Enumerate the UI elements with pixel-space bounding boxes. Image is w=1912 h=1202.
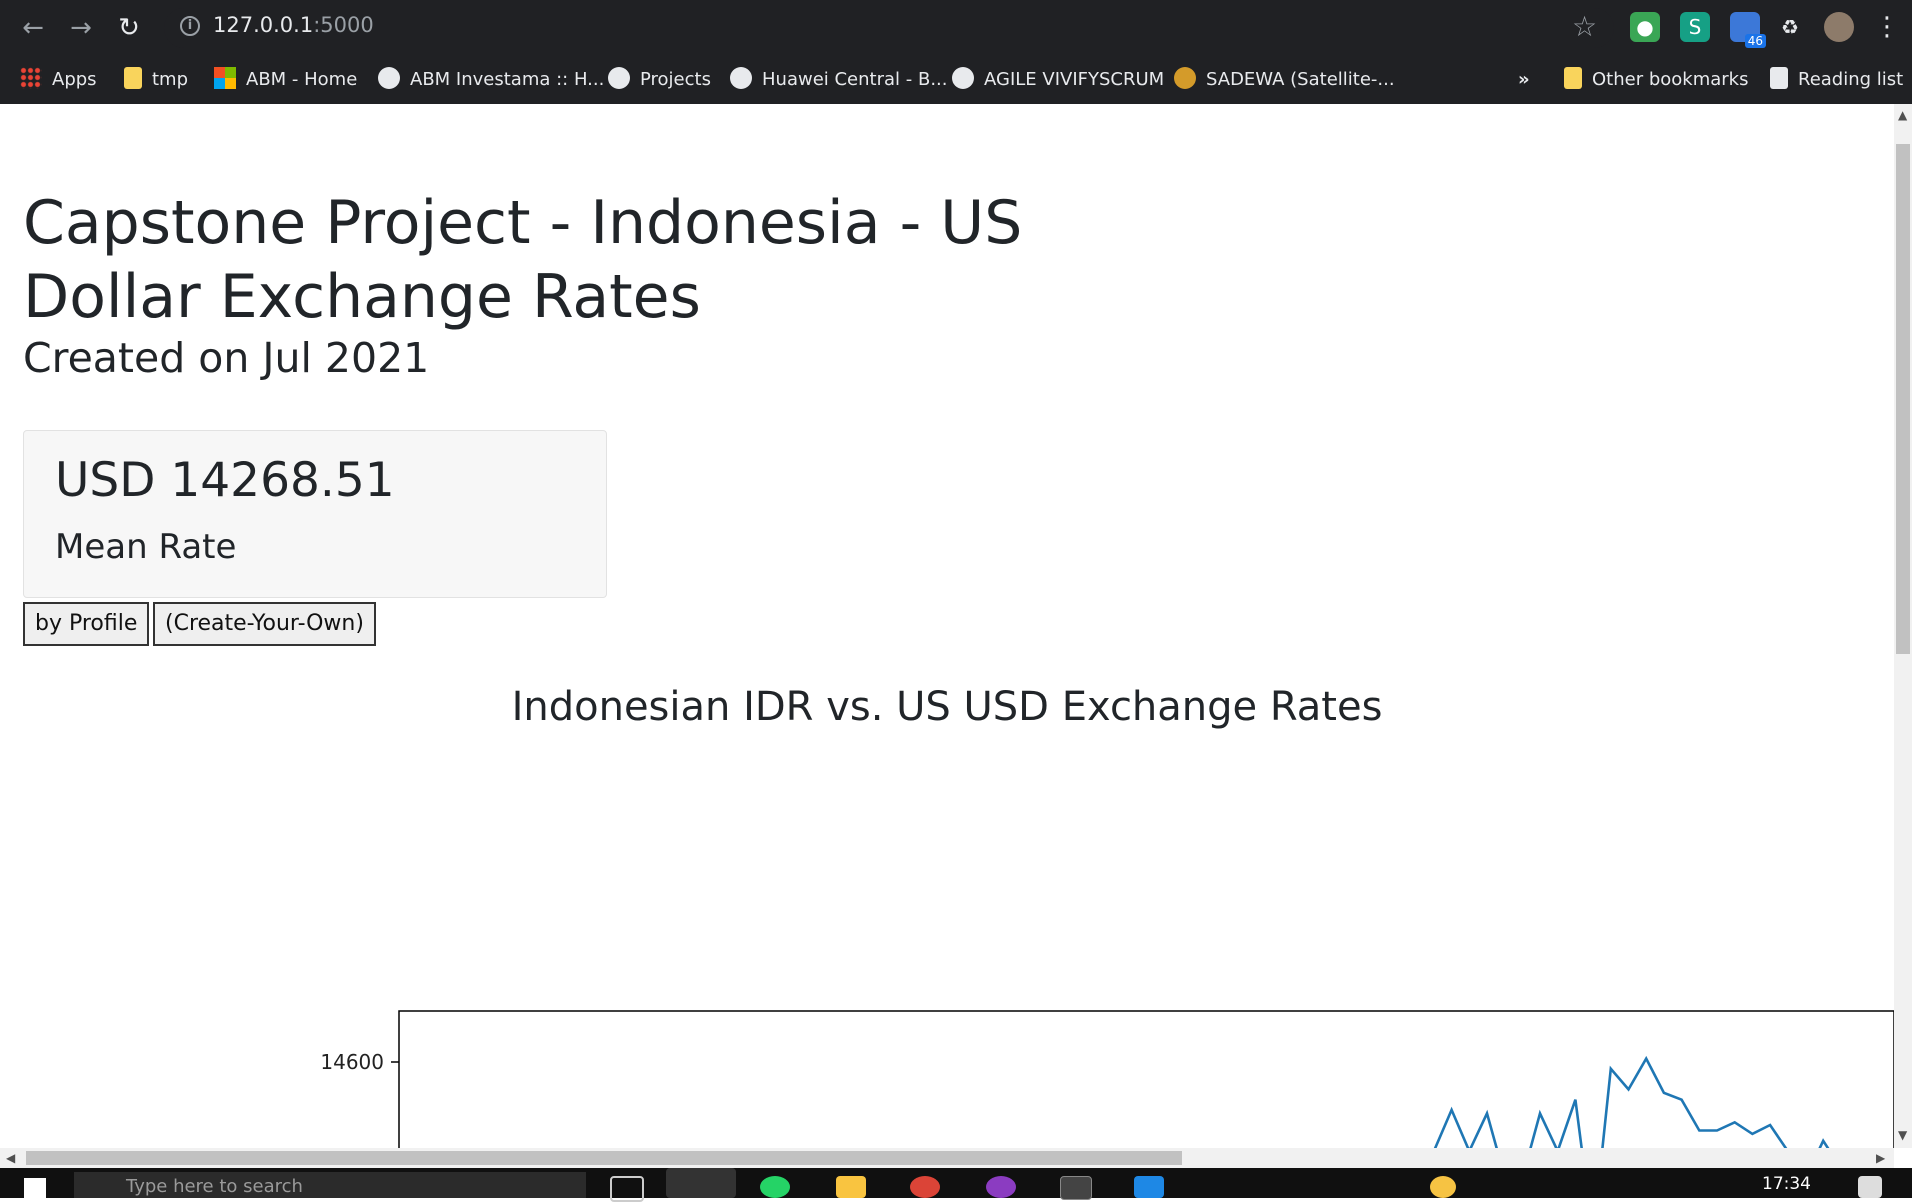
bookmarks-overflow[interactable]: » bbox=[1518, 64, 1530, 96]
url-port: :5000 bbox=[313, 13, 374, 37]
reload-icon[interactable]: ↻ bbox=[112, 12, 146, 44]
bookmark-star-icon[interactable]: ☆ bbox=[1572, 10, 1597, 43]
chart-title: Indonesian IDR vs. US USD Exchange Rates bbox=[511, 684, 1383, 730]
folder-icon bbox=[124, 67, 142, 89]
bookmark-label: SADEWA (Satellite-... bbox=[1206, 69, 1395, 90]
chrome-app-icon[interactable] bbox=[910, 1176, 940, 1198]
whatsapp-app-icon[interactable] bbox=[760, 1176, 790, 1198]
extension-badge-icon[interactable]: 46 bbox=[1730, 12, 1766, 48]
extension-s-icon[interactable]: S bbox=[1680, 12, 1710, 42]
task-view-icon[interactable] bbox=[610, 1176, 644, 1202]
bookmark-sadewa[interactable]: SADEWA (Satellite-... bbox=[1174, 64, 1395, 96]
extension-icon[interactable]: ● bbox=[1630, 12, 1660, 42]
scroll-left-icon[interactable]: ◀ bbox=[6, 1151, 15, 1165]
page-subtitle: Created on Jul 2021 bbox=[23, 334, 430, 382]
scroll-down-icon[interactable]: ▼ bbox=[1898, 1128, 1907, 1142]
by-profile-button[interactable]: by Profile bbox=[23, 602, 150, 646]
back-icon[interactable]: ← bbox=[16, 12, 50, 44]
bookmark-label: ABM Investama :: H... bbox=[410, 69, 605, 90]
bookmark-other[interactable]: Other bookmarks bbox=[1564, 64, 1748, 96]
purple-app-icon[interactable] bbox=[986, 1176, 1016, 1198]
exchange-rate-chart: 1460014400 bbox=[320, 1010, 1894, 1148]
url-host: 127.0.0.1 bbox=[213, 13, 314, 37]
puzzle-icon[interactable]: ♻ bbox=[1775, 12, 1805, 42]
windows-start-icon[interactable] bbox=[24, 1178, 46, 1198]
globe-icon bbox=[730, 67, 752, 89]
bookmark-label: AGILE VIVIFYSCRUM bbox=[984, 69, 1165, 90]
bookmark-label: tmp bbox=[152, 69, 189, 90]
series-line bbox=[1433, 1055, 1830, 1148]
powerpoint-app-icon[interactable] bbox=[666, 1168, 736, 1198]
vscode-app-icon[interactable] bbox=[1134, 1176, 1164, 1198]
reading-list[interactable]: Reading list bbox=[1770, 64, 1903, 96]
globe-icon bbox=[952, 67, 974, 89]
address-url[interactable]: 127.0.0.1:5000 bbox=[213, 13, 374, 37]
extension-badge-count: 46 bbox=[1744, 34, 1766, 48]
bookmark-huawei[interactable]: Huawei Central - B... bbox=[730, 64, 947, 96]
page-content: Capstone Project - Indonesia - US Dollar… bbox=[0, 104, 1894, 1148]
bookmark-label: Projects bbox=[640, 69, 711, 90]
taskbar-search-input[interactable]: Type here to search bbox=[74, 1172, 586, 1198]
satellite-icon bbox=[1174, 67, 1196, 89]
bookmark-abm-home[interactable]: ABM - Home bbox=[214, 64, 357, 96]
folder-icon bbox=[1564, 67, 1582, 89]
avatar[interactable] bbox=[1824, 12, 1854, 42]
reading-list-label: Reading list bbox=[1798, 69, 1904, 90]
mean-rate-card: USD 14268.51 Mean Rate bbox=[23, 430, 607, 598]
bookmark-label: Huawei Central - B... bbox=[762, 69, 948, 90]
mean-rate-label: Mean Rate bbox=[55, 527, 237, 567]
horizontal-scrollbar[interactable]: ◀ ▶ bbox=[0, 1148, 1894, 1168]
bookmark-label: Other bookmarks bbox=[1592, 69, 1749, 90]
bookmarks-bar: Apps tmp ABM - Home ABM Investama :: H..… bbox=[0, 56, 1912, 104]
reading-list-icon bbox=[1770, 67, 1788, 89]
horizontal-scroll-thumb[interactable] bbox=[26, 1151, 1182, 1165]
forward-icon[interactable]: → bbox=[64, 12, 98, 44]
bookmark-abm-investama[interactable]: ABM Investama :: H... bbox=[378, 64, 604, 96]
bookmark-tmp[interactable]: tmp bbox=[124, 64, 188, 96]
bookmark-label: ABM - Home bbox=[246, 69, 358, 90]
weather-icon[interactable] bbox=[1430, 1176, 1456, 1198]
scroll-up-icon[interactable]: ▲ bbox=[1898, 108, 1907, 122]
site-info-icon[interactable]: i bbox=[180, 16, 200, 36]
bookmark-apps[interactable]: Apps bbox=[20, 64, 97, 96]
browser-chrome: ← → ↻ i 127.0.0.1:5000 ☆ ● S 46 ♻ ⋮ Apps… bbox=[0, 0, 1912, 104]
terminal-app-icon[interactable] bbox=[1060, 1176, 1092, 1200]
microsoft-icon bbox=[214, 67, 236, 89]
bookmark-agile[interactable]: AGILE VIVIFYSCRUM bbox=[952, 64, 1164, 96]
globe-icon bbox=[378, 67, 400, 89]
notification-icon[interactable] bbox=[1858, 1176, 1882, 1198]
file-explorer-icon[interactable] bbox=[836, 1176, 866, 1198]
browser-toolbar: ← → ↻ i 127.0.0.1:5000 ☆ ● S 46 ♻ ⋮ bbox=[0, 0, 1912, 55]
create-your-own-button[interactable]: (Create-Your-Own) bbox=[153, 602, 376, 646]
scroll-right-icon[interactable]: ▶ bbox=[1876, 1151, 1885, 1165]
bookmark-label: Apps bbox=[52, 69, 97, 90]
plot-frame bbox=[398, 1010, 1894, 1148]
bookmark-projects[interactable]: Projects bbox=[608, 64, 711, 96]
globe-icon bbox=[608, 67, 630, 89]
menu-kebab-icon[interactable]: ⋮ bbox=[1872, 12, 1902, 42]
taskbar-clock[interactable]: 17:34 bbox=[1762, 1174, 1811, 1194]
y-tick-label: 14600 bbox=[320, 1050, 384, 1074]
mean-rate-value: USD 14268.51 bbox=[55, 453, 395, 508]
apps-grid-icon bbox=[20, 67, 42, 89]
vertical-scroll-thumb[interactable] bbox=[1896, 144, 1910, 654]
windows-taskbar: Type here to search 17:34 bbox=[0, 1168, 1912, 1202]
page-title: Capstone Project - Indonesia - US Dollar… bbox=[23, 188, 1023, 332]
vertical-scrollbar[interactable]: ▲ ▼ bbox=[1894, 104, 1912, 1148]
address-bar[interactable] bbox=[164, 8, 1614, 48]
